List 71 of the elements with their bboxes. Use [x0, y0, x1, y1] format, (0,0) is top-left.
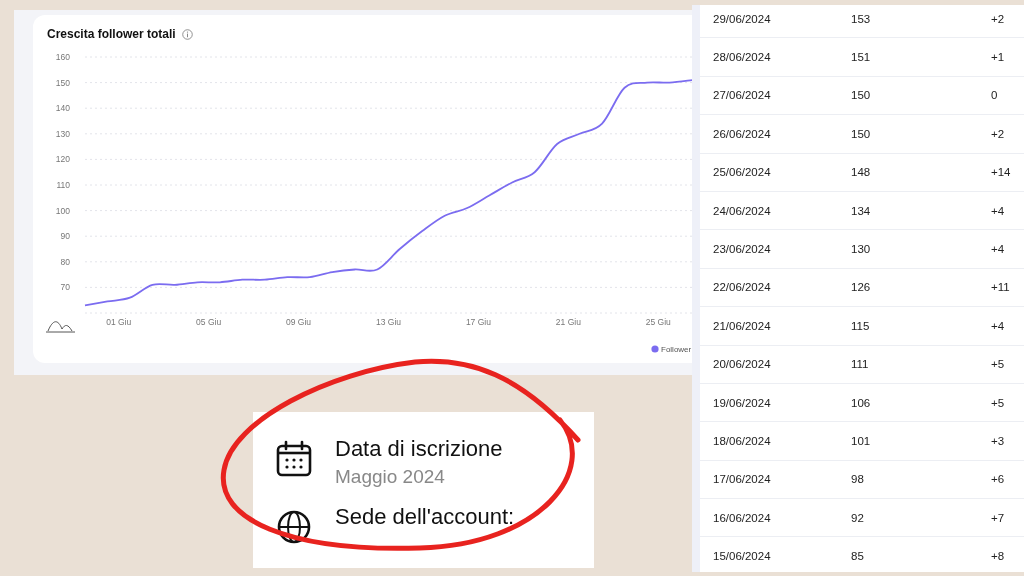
date-cell-text: 25/06/2024 — [713, 166, 772, 179]
date-cell-text: 22/06/2024 — [713, 281, 772, 294]
change-cell: +2 — [991, 12, 1005, 25]
change-cell: +4 — [991, 319, 1005, 332]
axis-label: 100 — [55, 205, 70, 216]
change-cell: +2 — [991, 127, 1005, 140]
count-cell-text: 134 — [851, 204, 872, 217]
axis-label: 140 — [55, 103, 70, 114]
date-cell-text: 29/06/2024 — [713, 12, 772, 25]
chart-title: Crescita follower totali — [47, 27, 176, 41]
date-cell-text: 19/06/2024 — [713, 396, 772, 409]
count-cell-text: 115 — [851, 319, 871, 332]
axis-label: 90 — [60, 231, 70, 242]
axis-label: 25 Giu — [645, 317, 671, 327]
change-cell: +4 — [991, 204, 1005, 217]
change-cell: +11 — [991, 281, 1010, 294]
count-cell-text: 126 — [851, 281, 872, 294]
count-cell-text: 101 — [851, 435, 872, 447]
date-cell-text: 15/06/2024 — [713, 550, 772, 563]
date-cell-text: 26/06/2024 — [713, 127, 772, 140]
axis-label: 70 — [60, 282, 70, 293]
date-cell-text: 24/06/2024 — [713, 204, 772, 217]
count-cell-text: 106 — [851, 396, 872, 409]
axis-label: 09 Giu — [286, 317, 312, 327]
axis-label: 13 Giu — [376, 317, 401, 327]
count-cell-text: 98 — [851, 473, 865, 486]
date-cell-text: 18/06/2024 — [713, 435, 772, 447]
info-label: Data di iscrizione — [335, 436, 503, 462]
change-cell: +14 — [991, 166, 1011, 179]
change-cell: +3 — [991, 435, 1005, 447]
axis-label: 120 — [55, 154, 70, 165]
globe-icon — [275, 508, 313, 546]
info-label: Sede dell'account: — [335, 504, 515, 530]
change-cell: +5 — [991, 358, 1005, 371]
legend-label: Follower — [661, 345, 692, 354]
count-cell-text: 111 — [851, 358, 870, 371]
calendar-icon — [275, 440, 313, 478]
count-cell-text: 130 — [851, 243, 872, 256]
count-cell-text: 153 — [851, 12, 872, 25]
date-cell-text: 21/06/2024 — [713, 319, 772, 332]
count-cell-text: 151 — [851, 51, 872, 64]
count-cell-text: 85 — [851, 550, 865, 563]
change-cell: +7 — [991, 511, 1005, 524]
date-cell-text: 27/06/2024 — [713, 89, 772, 102]
axis-label: 150 — [55, 77, 70, 88]
date-cell-text: 23/06/2024 — [713, 243, 772, 256]
axis-label: 17 Giu — [465, 317, 491, 327]
count-cell-text: 150 — [851, 127, 872, 140]
axis-label: 01 Giu — [106, 317, 132, 327]
info-value: Maggio 2024 — [335, 466, 446, 488]
change-cell: 0 — [991, 89, 998, 102]
date-cell-text: 20/06/2024 — [713, 358, 772, 371]
count-cell-text: 150 — [851, 89, 872, 102]
change-cell: +6 — [991, 473, 1005, 486]
change-cell: +8 — [991, 550, 1005, 563]
axis-label: 80 — [60, 256, 70, 267]
count-cell-text: 92 — [851, 511, 865, 524]
axis-label: 110 — [56, 180, 70, 190]
axis-label: 130 — [55, 128, 70, 139]
date-cell-text: 16/06/2024 — [713, 511, 772, 524]
change-cell: +4 — [991, 243, 1005, 256]
date-cell-text: 28/06/2024 — [713, 51, 772, 64]
axis-label: 160 — [55, 52, 70, 62]
curve-icon — [45, 321, 76, 333]
axis-label: 21 Giu — [555, 317, 581, 327]
change-cell: +5 — [991, 396, 1005, 409]
axis-label: 05 Giu — [196, 317, 222, 327]
count-cell-text: 148 — [851, 166, 872, 179]
change-cell: +1 — [991, 51, 1005, 64]
info-icon — [181, 28, 193, 40]
date-cell-text: 17/06/2024 — [713, 473, 772, 486]
